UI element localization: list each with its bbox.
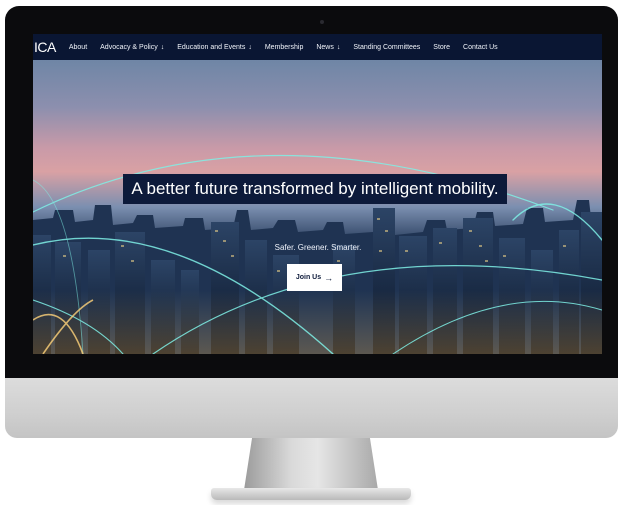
nav-item-contact-us[interactable]: Contact Us [463,44,498,51]
nav-item-about[interactable]: About [69,44,87,51]
hero-tagline: Safer. Greener. Smarter. [274,243,362,252]
headline-banner: A better future transformed by intellige… [123,174,507,204]
chevron-down-icon: ↓ [160,43,165,51]
join-us-button[interactable]: Join Us → [287,264,342,291]
nav-item-news[interactable]: News ↓ [316,44,340,51]
monitor-chin [5,378,618,438]
website-screen: ICA About Advocacy & Policy ↓ Education a… [33,34,602,354]
chevron-down-icon: ↓ [336,43,341,51]
top-navigation: ICA About Advocacy & Policy ↓ Education a… [33,34,602,60]
monitor-base [211,488,411,500]
monitor-stand [244,438,378,490]
camera-icon [320,20,324,24]
site-logo[interactable]: ICA [34,39,56,55]
nav-item-membership[interactable]: Membership [265,44,304,51]
chevron-down-icon: ↓ [248,43,252,51]
nav-item-store[interactable]: Store [433,44,450,51]
nav-item-education-events[interactable]: Education and Events ↓ [177,44,252,51]
hero-banner: A better future transformed by intellige… [33,60,602,354]
nav-item-standing-committees[interactable]: Standing Committees [353,44,420,51]
city-skyline-image [33,154,602,354]
join-us-label: Join Us [295,274,322,281]
nav-item-advocacy-policy[interactable]: Advocacy & Policy ↓ [100,44,164,51]
hero-headline: A better future transformed by intellige… [131,179,499,198]
arrow-right-icon: → [324,272,334,283]
